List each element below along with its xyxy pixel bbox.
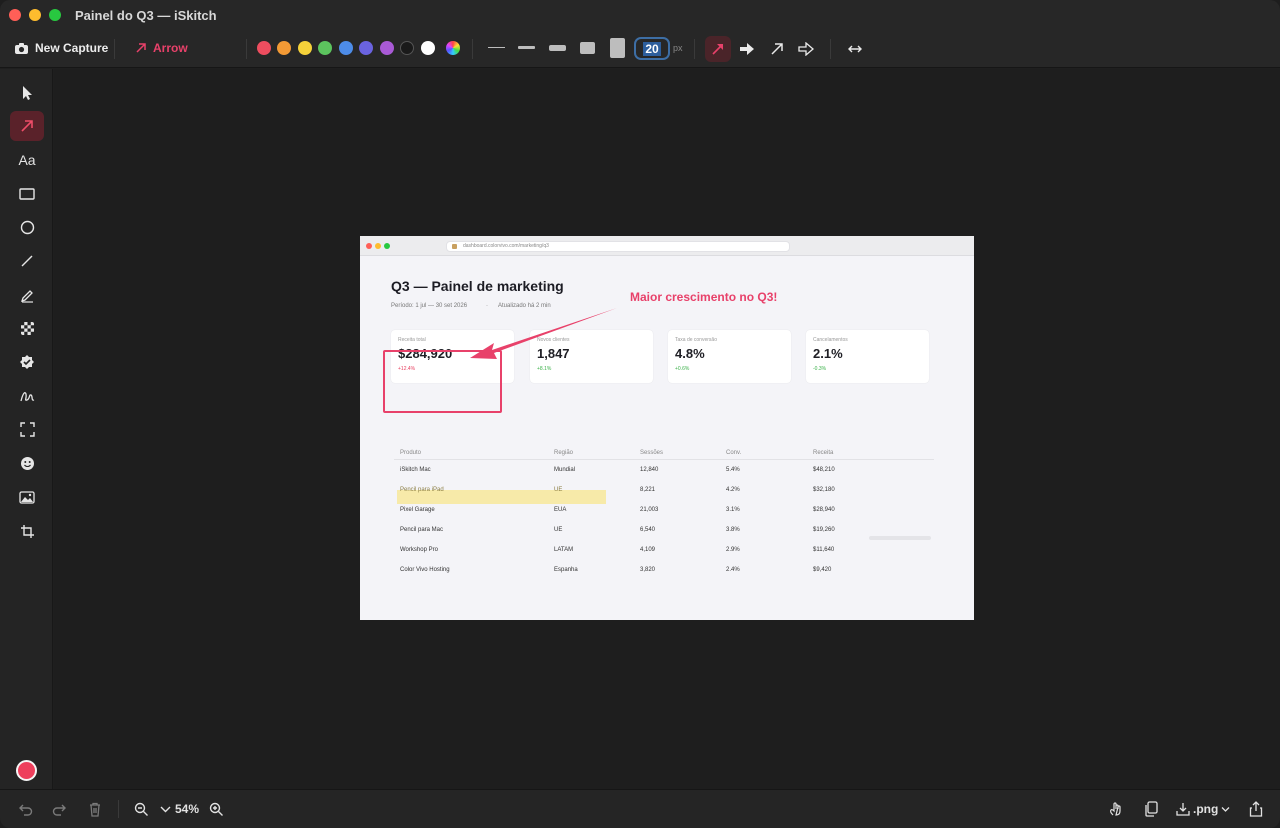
hand-drag-icon [1110,802,1121,816]
drag-out-button[interactable] [1107,800,1125,818]
copy-button[interactable] [1142,800,1160,818]
delete-button[interactable] [86,800,104,818]
arrow-annotation[interactable] [0,0,1280,828]
format-menu-button[interactable] [1216,800,1234,818]
zoom-in-icon [209,802,223,816]
download-icon [1176,803,1190,816]
zoom-out-button[interactable] [132,800,150,818]
chevron-down-icon [1221,806,1229,812]
bottom-bar: 54% .png [0,789,1280,828]
share-icon [1249,801,1263,817]
copy-icon [1145,801,1158,817]
text-annotation[interactable]: Maior crescimento no Q3! [630,290,777,304]
zoom-menu-button[interactable] [156,800,174,818]
bottom-divider [118,800,119,818]
undo-button[interactable] [16,800,34,818]
zoom-level[interactable]: 54% [175,802,199,816]
export-format[interactable]: .png [1193,802,1218,816]
redo-icon [52,804,66,816]
save-button[interactable] [1174,800,1192,818]
redo-button[interactable] [50,800,68,818]
undo-icon [18,804,32,816]
trash-icon [90,802,100,817]
zoom-in-button[interactable] [207,800,225,818]
chevron-down-icon [160,806,170,813]
app-window: Painel do Q3 — iSkitch New Capture Arrow [0,0,1280,828]
share-button[interactable] [1247,800,1265,818]
zoom-out-icon [134,802,148,816]
